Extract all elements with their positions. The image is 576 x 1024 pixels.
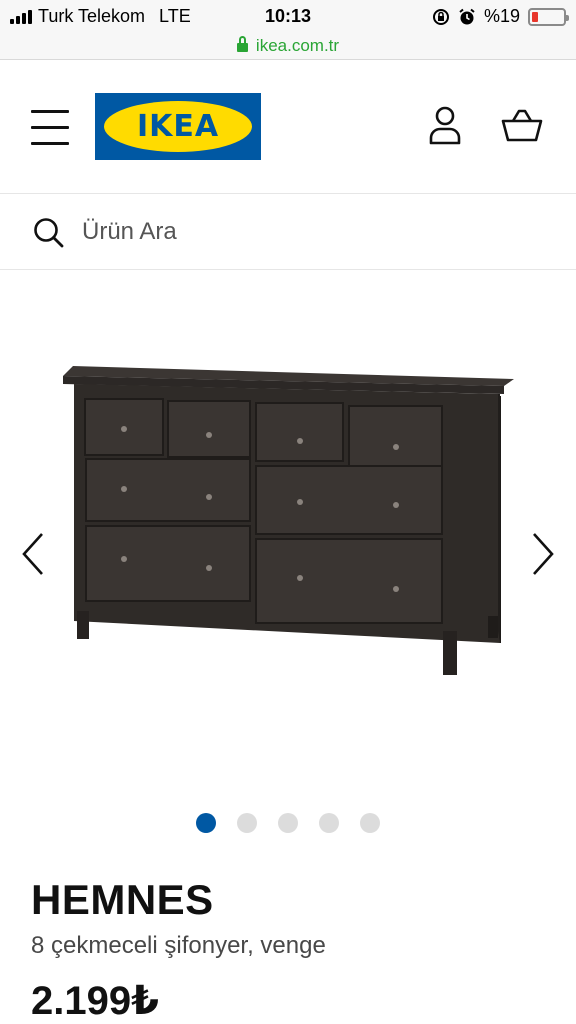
search-bar: [0, 193, 576, 270]
pagination-dot[interactable]: [196, 813, 216, 833]
address-bar[interactable]: ikea.com.tr: [0, 32, 576, 60]
hamburger-menu-icon[interactable]: [31, 108, 69, 146]
chevron-right-icon[interactable]: [522, 526, 562, 582]
search-icon[interactable]: [33, 217, 65, 249]
product-image[interactable]: [60, 361, 520, 691]
status-bar: Turk Telekom LTE 10:13 %19: [0, 0, 576, 32]
shopping-basket-icon[interactable]: [500, 105, 544, 145]
url-text: ikea.com.tr: [255, 35, 340, 55]
search-input[interactable]: [82, 210, 542, 254]
pagination-dot[interactable]: [237, 813, 257, 833]
orientation-lock-icon: [432, 8, 449, 25]
pagination-dot[interactable]: [278, 813, 298, 833]
battery-icon: [528, 7, 569, 26]
pagination-dot[interactable]: [360, 813, 380, 833]
product-price: 2.199₺: [31, 979, 159, 1023]
lock-icon: [236, 35, 248, 53]
alarm-icon: [459, 8, 475, 24]
product-name: HEMNES: [31, 876, 214, 923]
user-icon[interactable]: [425, 105, 465, 145]
battery-percent: %19: [483, 6, 520, 26]
pagination-dot[interactable]: [319, 813, 339, 833]
product-description: 8 çekmeceli şifonyer, venge: [31, 932, 326, 959]
ikea-logo[interactable]: IKEA: [95, 93, 261, 160]
logo-wordmark: IKEA: [136, 109, 220, 144]
chevron-left-icon[interactable]: [14, 526, 54, 582]
gallery-pagination: [0, 813, 576, 833]
site-header: IKEA: [0, 61, 576, 193]
battery-level: [532, 11, 538, 22]
product-gallery: [0, 271, 576, 801]
